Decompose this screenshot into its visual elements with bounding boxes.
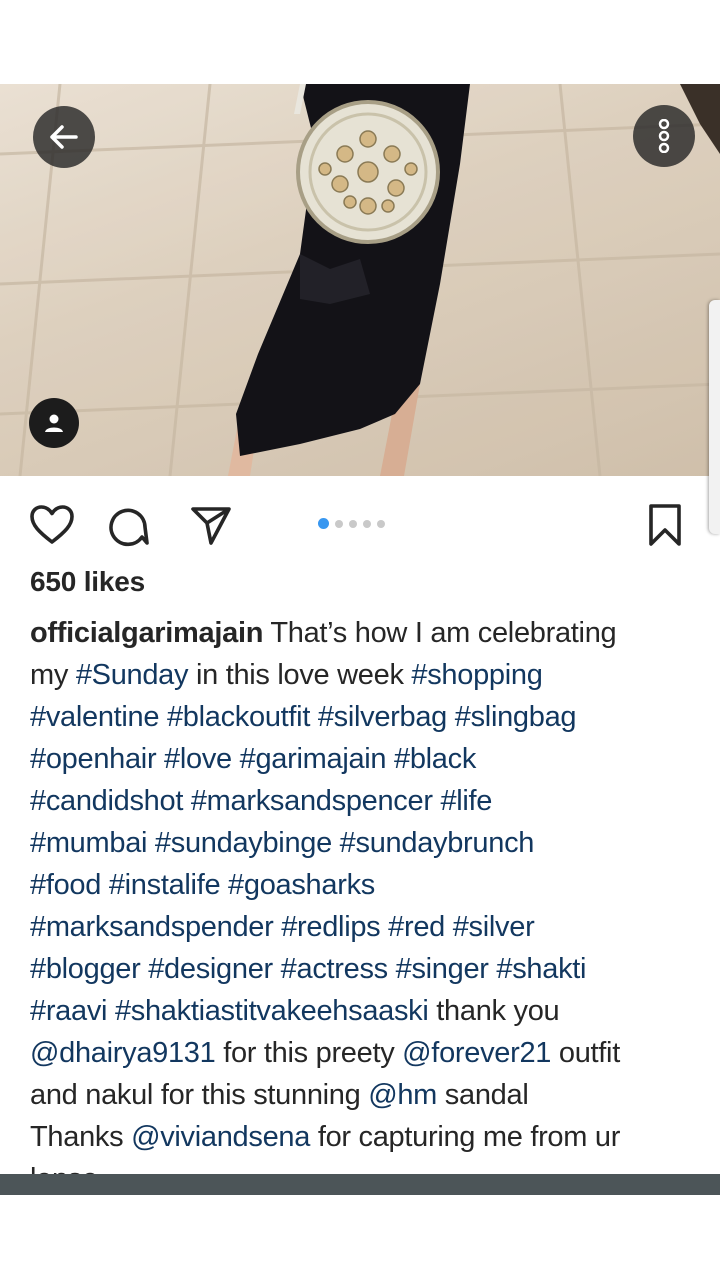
photo-illustration bbox=[0, 84, 720, 476]
comment-icon bbox=[109, 508, 149, 547]
carousel-dot bbox=[349, 519, 357, 528]
caption-hashtag-link[interactable]: #mumbai #sundaybinge #sundaybrunch bbox=[30, 827, 534, 859]
caption-hashtag-link[interactable]: #marksandspender #redlips #red #silver bbox=[30, 911, 535, 943]
caption-line: Thanks @viviandsena for capturing me fro… bbox=[30, 1116, 702, 1158]
more-vertical-icon bbox=[658, 119, 670, 153]
caption-line: #openhair #love #garimajain #black bbox=[30, 738, 702, 780]
caption-hashtag-link[interactable]: #shopping bbox=[411, 659, 542, 691]
caption-line: and nakul for this stunning @hm sandal bbox=[30, 1074, 702, 1116]
caption-line: @dhairya9131 for this preety @forever21 … bbox=[30, 1032, 702, 1074]
caption-line: my #Sunday in this love week #shopping bbox=[30, 654, 702, 696]
caption-line: #mumbai #sundaybinge #sundaybrunch bbox=[30, 822, 702, 864]
more-options-button[interactable] bbox=[633, 105, 695, 167]
share-button[interactable] bbox=[186, 500, 236, 550]
caption-line: #candidshot #marksandspencer #life bbox=[30, 780, 702, 822]
instagram-post-screen: 650 likes officialgarimajain That’s how … bbox=[0, 0, 720, 1280]
caption-hashtag-link[interactable]: #valentine #blackoutfit #silverbag #slin… bbox=[30, 701, 577, 733]
post-caption: officialgarimajain That’s how I am celeb… bbox=[30, 612, 702, 1190]
caption-hashtag-link[interactable]: #raavi #shaktiastitvakeehsaaski bbox=[30, 995, 429, 1027]
back-button[interactable] bbox=[33, 106, 95, 168]
caption-hashtag-link[interactable]: @forever21 bbox=[402, 1037, 551, 1069]
caption-text: sandal bbox=[437, 1079, 529, 1111]
caption-hashtag-link[interactable]: @dhairya9131 bbox=[30, 1037, 216, 1069]
caption-text: That’s how I am celebrating bbox=[263, 617, 617, 649]
caption-text: and nakul for this stunning bbox=[30, 1079, 369, 1111]
caption-line: #food #instalife #goasharks bbox=[30, 864, 702, 906]
heart-icon bbox=[30, 505, 74, 544]
comment-button[interactable] bbox=[103, 500, 153, 550]
user-tags-button[interactable] bbox=[29, 398, 79, 448]
caption-hashtag-link[interactable]: @hm bbox=[368, 1079, 437, 1111]
user-tag-icon bbox=[45, 414, 63, 432]
caption-text: my bbox=[30, 659, 76, 691]
caption-text: outfit bbox=[551, 1037, 620, 1069]
likes-count[interactable]: 650 likes bbox=[30, 566, 145, 598]
caption-hashtag-link[interactable]: #food #instalife #goasharks bbox=[30, 869, 375, 901]
carousel-dot bbox=[363, 519, 371, 528]
caption-line: #raavi #shaktiastitvakeehsaaski thank yo… bbox=[30, 990, 702, 1032]
send-icon bbox=[191, 507, 231, 545]
caption-hashtag-link[interactable]: #blogger #designer #actress #singer #sha… bbox=[30, 953, 586, 985]
caption-text: for capturing me from ur bbox=[310, 1121, 621, 1153]
caption-line: #valentine #blackoutfit #silverbag #slin… bbox=[30, 696, 702, 738]
caption-hashtag-link[interactable]: #openhair #love #garimajain #black bbox=[30, 743, 476, 775]
carousel-dot-active bbox=[318, 518, 329, 529]
caption-text: in this love week bbox=[188, 659, 412, 691]
carousel-indicator bbox=[318, 518, 385, 529]
caption-line: #marksandspender #redlips #red #silver bbox=[30, 906, 702, 948]
save-button[interactable] bbox=[640, 500, 690, 550]
caption-username-link[interactable]: officialgarimajain bbox=[30, 617, 263, 649]
caption-text: thank you bbox=[428, 995, 560, 1027]
post-action-bar bbox=[0, 494, 720, 554]
caption-hashtag-link[interactable]: @viviandsena bbox=[131, 1121, 310, 1153]
carousel-dot bbox=[335, 519, 343, 528]
caption-hashtag-link[interactable]: #Sunday bbox=[76, 659, 189, 691]
post-photo[interactable] bbox=[0, 84, 720, 476]
bookmark-icon bbox=[649, 504, 681, 546]
caption-text: for this preety bbox=[215, 1037, 403, 1069]
caption-text: Thanks bbox=[30, 1121, 132, 1153]
caption-line: officialgarimajain That’s how I am celeb… bbox=[30, 612, 702, 654]
like-button[interactable] bbox=[27, 500, 77, 550]
carousel-dot bbox=[377, 519, 385, 528]
arrow-left-icon bbox=[50, 125, 78, 149]
caption-hashtag-link[interactable]: #candidshot #marksandspencer #life bbox=[30, 785, 492, 817]
caption-line: #blogger #designer #actress #singer #sha… bbox=[30, 948, 702, 990]
bottom-overlay-bar bbox=[0, 1174, 720, 1195]
